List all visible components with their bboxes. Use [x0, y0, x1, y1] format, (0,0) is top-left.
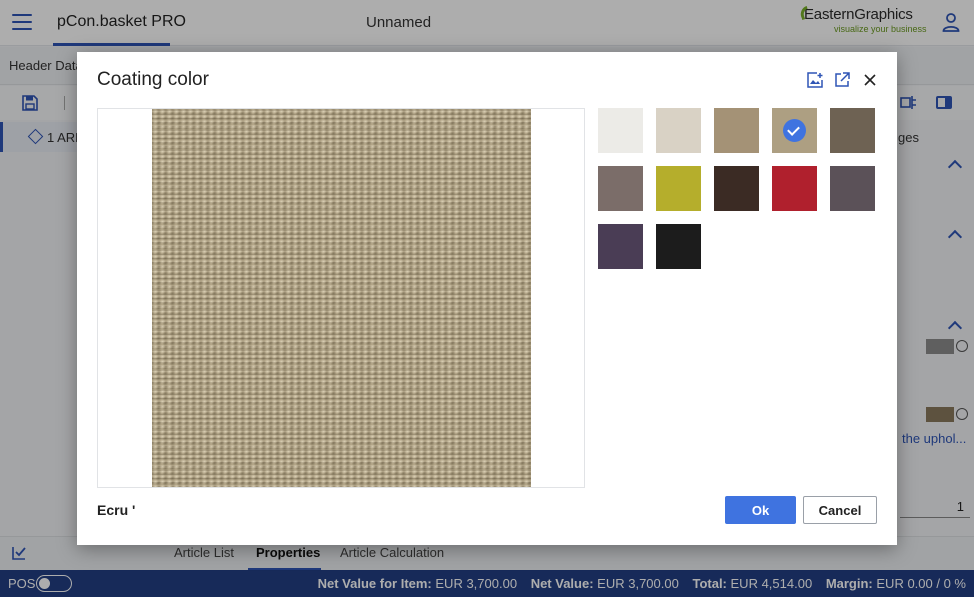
dialog-title: Coating color [97, 69, 209, 90]
add-image-icon[interactable] [807, 72, 823, 88]
fabric-texture-image [152, 109, 531, 487]
close-icon[interactable] [862, 72, 878, 88]
color-swatch[interactable] [830, 108, 875, 153]
color-swatch[interactable] [656, 108, 701, 153]
ok-button[interactable]: Ok [725, 496, 796, 524]
color-swatch[interactable] [598, 108, 643, 153]
color-swatch[interactable] [830, 166, 875, 211]
selected-check-icon [783, 119, 806, 142]
color-swatch[interactable] [772, 108, 817, 153]
open-external-icon[interactable] [834, 72, 850, 88]
color-swatch[interactable] [772, 166, 817, 211]
texture-preview [97, 108, 585, 488]
color-swatch[interactable] [714, 166, 759, 211]
cancel-button[interactable]: Cancel [803, 496, 877, 524]
coating-color-dialog: Coating color Ecru ' Ok Cancel [77, 52, 897, 545]
color-swatch[interactable] [598, 224, 643, 269]
color-swatch[interactable] [656, 166, 701, 211]
color-swatch[interactable] [598, 166, 643, 211]
color-swatch[interactable] [656, 224, 701, 269]
selected-color-name: Ecru ' [97, 502, 136, 518]
color-swatch[interactable] [714, 108, 759, 153]
